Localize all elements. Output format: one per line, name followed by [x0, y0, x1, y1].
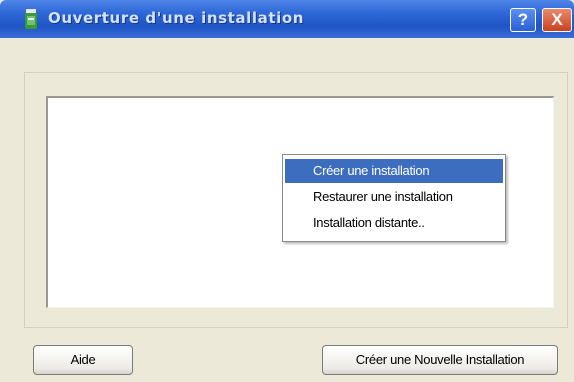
- help-icon[interactable]: ?: [510, 8, 536, 32]
- window-title: Ouverture d'une installation: [48, 9, 305, 27]
- context-menu: Créer une installation Restaurer une ins…: [282, 154, 506, 242]
- menu-item-restore-installation[interactable]: Restaurer une installation: [285, 185, 503, 209]
- close-icon[interactable]: X: [542, 8, 572, 32]
- app-icon: [25, 9, 37, 29]
- menu-item-remote-installation[interactable]: Installation distante..: [285, 211, 503, 235]
- menu-item-create-installation[interactable]: Créer une installation: [285, 159, 503, 183]
- help-button[interactable]: Aide: [33, 345, 133, 375]
- title-bar[interactable]: Ouverture d'une installation ? X: [0, 0, 574, 38]
- create-new-installation-button[interactable]: Créer une Nouvelle Installation: [322, 345, 558, 375]
